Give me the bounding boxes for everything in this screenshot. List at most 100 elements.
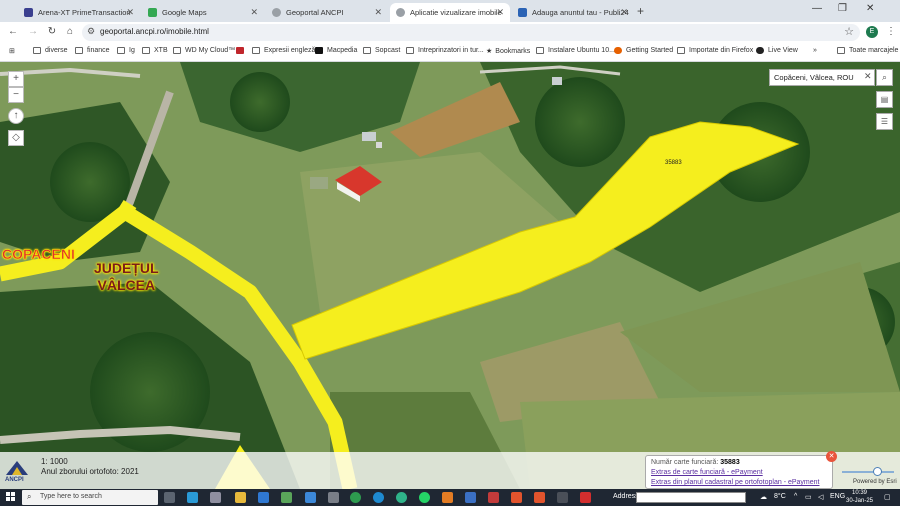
task-view-icon[interactable] [164,492,175,503]
close-window-icon[interactable]: ✕ [866,3,874,14]
bookmark-xtb[interactable]: XTB [142,47,168,54]
language-indicator[interactable]: ENG [830,493,845,500]
bookmark-red[interactable] [236,47,248,54]
close-tab-icon[interactable]: ✕ [620,7,628,18]
address-bar[interactable]: ⚙ geoportal.ancpi.ro/imobile.html ☆ [82,24,860,41]
extras-cf-link[interactable]: Extras de carte funciară - ePayment [651,468,827,478]
more-bookmarks-icon[interactable]: » [813,47,817,54]
site-info-icon[interactable]: ⚙ [87,26,95,37]
close-popup-icon[interactable]: ✕ [826,451,837,462]
folder-icon [677,47,685,54]
weather-icon[interactable]: ☁ [760,493,767,501]
calculator-icon[interactable] [328,492,339,503]
windows-start-icon[interactable] [6,492,16,502]
chrome-icon[interactable] [350,492,361,503]
live-view-icon [756,47,764,54]
zoom-out-button[interactable]: − [8,87,24,103]
notification-icon[interactable]: ▢ [884,493,891,501]
bookmark-live-view[interactable]: Live View [756,47,798,54]
tab-google-maps[interactable]: Google Maps ✕ [142,3,264,22]
bookmark-star-icon[interactable]: ☆ [844,25,854,38]
temperature[interactable]: 8°C [774,493,786,500]
edge-browser-icon[interactable] [373,492,384,503]
bookmark-ig[interactable]: Ig [117,47,135,54]
clock[interactable]: 10:39 30-Jan-25 [846,490,873,505]
back-icon[interactable]: ← [6,25,20,39]
tab-arena[interactable]: Arena-XT PrimeTransaction ✕ [18,3,140,22]
new-tab-icon[interactable]: + [637,4,644,18]
opacity-slider[interactable] [842,467,894,476]
file-explorer-icon[interactable] [235,492,246,503]
app-icon[interactable] [488,492,499,503]
taskbar-search-input[interactable]: ⌕ Type here to search [22,490,158,505]
store-icon[interactable] [258,492,269,503]
minimize-icon[interactable]: — [812,3,822,14]
bookmark-getting-started[interactable]: Getting Started [614,47,673,54]
apps-grid-icon[interactable]: ⊞ [9,47,15,55]
folder-icon [75,47,83,54]
reload-icon[interactable]: ↻ [45,25,59,39]
volume-icon[interactable]: ◁ [818,493,823,501]
close-tab-icon[interactable]: ✕ [250,7,258,18]
address-toolbar-label: Address [613,493,639,500]
globe-icon [272,8,281,17]
search-icon: ⌕ [27,492,32,501]
bookmark-diverse[interactable]: diverse [33,47,68,54]
clear-search-icon[interactable]: ✕ [864,71,872,82]
mail-icon[interactable] [305,492,316,503]
zoom-in-button[interactable]: + [8,71,24,87]
legend-list-icon[interactable]: ☰ [876,113,893,130]
acrobat-icon[interactable] [580,492,591,503]
bookmark-finance[interactable]: finance [75,47,110,54]
bookmark-bookmarks[interactable]: ★ Bookmarks [486,47,530,56]
tab-vizualizare[interactable]: Aplicatie vizualizare imobile ✕ [390,3,510,22]
star-icon: ★ [486,48,493,55]
all-bookmarks[interactable]: Toate marcajele [837,47,898,54]
compass-icon[interactable]: ↑ [8,108,24,124]
maximize-icon[interactable]: ❐ [838,3,847,14]
bookmark-ubuntu[interactable]: Instalare Ubuntu 10.... [536,47,617,54]
slider-handle[interactable] [873,467,882,476]
bookmark-intreprinzatori[interactable]: Intreprinzatori in tur... [406,47,484,54]
bookmark-importate[interactable]: Importate din Firefox [677,47,753,54]
bookmark-sopcast[interactable]: Sopcast [363,47,400,54]
extras-plan-link[interactable]: Extras din planul cadastral pe ortofotop… [651,478,827,488]
brave-icon[interactable] [511,492,522,503]
page-icon [406,47,414,54]
clock-time: 10:39 [852,490,868,496]
network-icon[interactable]: ▭ [805,493,812,501]
address-toolbar-input[interactable] [636,492,746,503]
close-tab-icon[interactable]: ✕ [374,7,382,18]
whatsapp-icon[interactable] [419,492,430,503]
tab-publi24[interactable]: Adauga anuntul tau - Publi24 ✕ [512,3,634,22]
forward-icon[interactable]: → [26,25,40,39]
tray-arrow-icon[interactable]: ^ [794,493,797,500]
windows-taskbar: ⌕ Type here to search Address ☁ 8°C ^ ▭ … [0,489,900,506]
bookmark-expresii[interactable]: Expresii engleză [252,47,315,54]
search-icon[interactable]: ⌕ [876,69,893,86]
edge-icon[interactable] [187,492,198,503]
bookmark-wd[interactable]: WD My Cloud™ [173,47,235,54]
county-label-line2: VÂLCEA [97,277,156,293]
map-viewer[interactable]: + − ↑ ◇ Copăceni, Vâlcea, ROU ✕ ⌕ ▤ ☰ 35… [0,62,900,489]
arena-favicon-icon [24,8,33,17]
close-tab-icon[interactable]: ✕ [126,7,134,18]
brave-icon[interactable] [534,492,545,503]
layers-icon[interactable]: ▤ [876,91,893,108]
location-search-input[interactable]: Copăceni, Vâlcea, ROU [769,69,875,86]
photos-icon[interactable] [210,492,221,503]
folder-icon [33,47,41,54]
close-tab-icon[interactable]: ✕ [496,7,504,18]
locate-icon[interactable]: ◇ [8,130,24,146]
bookmark-macpedia[interactable]: Macpedia [315,47,357,54]
app-icon[interactable] [442,492,453,503]
app-icon[interactable] [281,492,292,503]
menu-icon[interactable]: ⋮ [884,25,898,39]
app-icon[interactable] [465,492,476,503]
county-label: JUDEȚUL VÂLCEA [94,260,159,294]
edge-dev-icon[interactable] [396,492,407,503]
tab-geoportal[interactable]: Geoportal ANCPI ✕ [266,3,388,22]
app-icon[interactable] [557,492,568,503]
home-icon[interactable]: ⌂ [63,25,77,39]
profile-avatar[interactable]: E [866,26,878,38]
